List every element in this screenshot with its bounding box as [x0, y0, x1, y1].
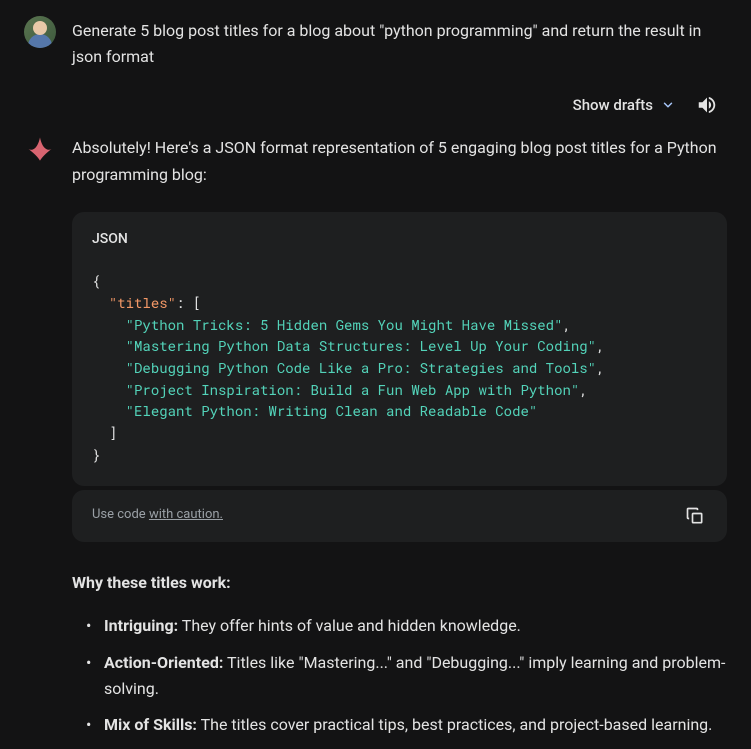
list-item: Action-Oriented: Titles like "Mastering.…	[90, 650, 727, 703]
json-key: "titles"	[109, 293, 176, 312]
user-avatar	[24, 16, 56, 48]
copy-button[interactable]	[683, 504, 707, 528]
explanation-heading: Why these titles work:	[72, 570, 727, 596]
explanation-list: Intriguing: They offer hints of value an…	[72, 613, 727, 739]
json-string: "Elegant Python: Writing Clean and Reada…	[126, 401, 538, 420]
assistant-message-content: Absolutely! Here's a JSON format represe…	[72, 133, 727, 749]
show-drafts-button[interactable]: Show drafts	[573, 93, 675, 117]
response-toolbar: Show drafts	[24, 93, 727, 117]
caution-link[interactable]: with caution.	[149, 507, 223, 522]
user-prompt-text: Generate 5 blog post titles for a blog a…	[72, 18, 727, 69]
list-item: Mix of Skills: The titles cover practica…	[90, 712, 727, 738]
code-language-label: JSON	[72, 212, 727, 258]
show-drafts-label: Show drafts	[573, 93, 653, 117]
user-message-row: Generate 5 blog post titles for a blog a…	[24, 16, 727, 69]
bullet-label: Mix of Skills:	[104, 715, 197, 734]
bullet-label: Intriguing:	[104, 616, 178, 635]
volume-icon[interactable]	[695, 93, 719, 117]
bullet-text: They offer hints of value and hidden kno…	[178, 616, 521, 635]
bullet-text: The titles cover practical tips, best pr…	[197, 715, 712, 734]
bullet-label: Action-Oriented:	[104, 653, 223, 672]
chevron-down-icon	[661, 98, 675, 112]
sparkle-icon	[24, 133, 56, 165]
json-string: "Python Tricks: 5 Hidden Gems You Might …	[126, 315, 563, 334]
json-string: "Project Inspiration: Build a Fun Web Ap…	[126, 380, 580, 399]
caution-prefix: Use code	[92, 507, 149, 522]
json-string: "Debugging Python Code Like a Pro: Strat…	[126, 358, 596, 377]
code-footer: Use code with caution.	[72, 490, 727, 542]
response-intro: Absolutely! Here's a JSON format represe…	[72, 135, 727, 188]
list-item: Intriguing: They offer hints of value an…	[90, 613, 727, 639]
code-body: { "titles": [ "Python Tricks: 5 Hidden G…	[72, 258, 727, 485]
code-block: JSON { "titles": [ "Python Tricks: 5 Hid…	[72, 212, 727, 486]
assistant-message-row: Absolutely! Here's a JSON format represe…	[24, 133, 727, 749]
json-string: "Mastering Python Data Structures: Level…	[126, 336, 596, 355]
caution-text: Use code with caution.	[92, 505, 223, 526]
user-message-content: Generate 5 blog post titles for a blog a…	[72, 16, 727, 69]
